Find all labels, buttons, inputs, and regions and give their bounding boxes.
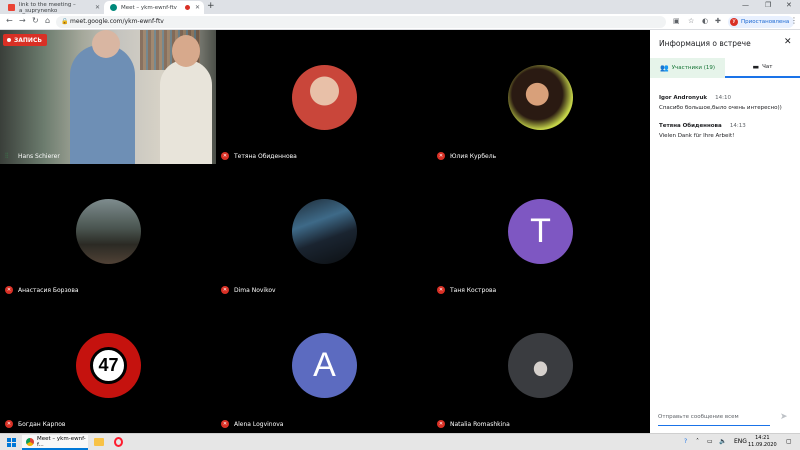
close-icon[interactable]: ✕: [195, 4, 200, 11]
tab-participants[interactable]: 👥 Участники (19): [650, 58, 725, 78]
participant-tile[interactable]: ЗАПИСЬ ⫶⫶ Hans Schierer: [0, 30, 216, 164]
participant-name: Анастасия Борзова: [18, 287, 79, 294]
participant-tile[interactable]: T ✕ Таня Кострова: [432, 164, 648, 298]
file-explorer-icon[interactable]: [94, 438, 104, 446]
system-clock[interactable]: 14:21 11.09.2020: [748, 435, 777, 449]
windows-start-icon[interactable]: [7, 438, 16, 447]
mic-off-icon: ✕: [5, 420, 13, 428]
chat-message: Igor Andronyuk 14:10 Спасибо большое,был…: [659, 84, 794, 111]
mic-off-icon: ✕: [437, 420, 445, 428]
browser-toolbar: ← → ↻ ⌂ 🔒 meet.google.com/ykm-ewnf-ftv ▣…: [0, 14, 800, 30]
chat-icon: ▬: [752, 63, 760, 71]
meet-icon: [110, 4, 117, 11]
mic-off-icon: ✕: [437, 286, 445, 294]
participant-tile[interactable]: ✕ Анастасия Борзова: [0, 164, 216, 298]
message-time: 14:10: [715, 95, 732, 101]
back-icon[interactable]: ←: [6, 16, 13, 25]
participant-tile[interactable]: 47 ✕ Богдан Карпов: [0, 298, 216, 432]
avatar: У: [730, 18, 738, 26]
number-badge: 47: [90, 347, 127, 384]
mic-off-icon: ✕: [437, 152, 445, 160]
participant-avatar: T: [508, 199, 573, 264]
panel-title: Информация о встрече: [659, 39, 751, 48]
participant-avatar: A: [292, 333, 357, 398]
language-indicator[interactable]: ENG: [734, 438, 747, 445]
profile-button[interactable]: У Приостановлена: [728, 16, 795, 28]
browser-tab-strip: link to the meeting – a_suprynenko ✕ Mee…: [0, 0, 800, 14]
participant-name: Hans Schierer: [18, 153, 60, 160]
forward-icon[interactable]: →: [19, 16, 26, 25]
chat-input[interactable]: Отправьте сообщение всем: [658, 414, 770, 426]
record-icon: [7, 38, 11, 42]
participant-avatar: [292, 65, 357, 130]
participant-name: Богдан Карпов: [18, 421, 66, 428]
message-text: Vielen Dank für Ihre Arbeit!: [659, 133, 735, 139]
participant-tile[interactable]: ✕ Юлия Курбель: [432, 30, 648, 164]
participant-name: Таня Кострова: [450, 287, 497, 294]
participant-tile[interactable]: ✕ Dima Novikov: [216, 164, 432, 298]
home-icon[interactable]: ⌂: [45, 16, 50, 25]
address-bar[interactable]: 🔒 meet.google.com/ykm-ewnf-ftv: [56, 16, 666, 28]
gmail-icon: [8, 4, 15, 11]
people-icon: 👥: [659, 64, 669, 72]
participant-name: Тетяна Обиденнова: [234, 153, 297, 160]
send-icon[interactable]: ➤: [780, 412, 788, 422]
participant-tile[interactable]: A ✕ Alena Logvinova: [216, 298, 432, 432]
tab-link-to-meeting[interactable]: link to the meeting – a_suprynenko ✕: [2, 1, 104, 14]
meeting-info-panel: Информация о встрече ✕ 👥 Участники (19) …: [650, 30, 800, 433]
mic-off-icon: ✕: [221, 420, 229, 428]
mic-active-icon: ⫶⫶: [5, 152, 9, 160]
close-window-icon[interactable]: ✕: [786, 1, 792, 9]
chevron-up-icon[interactable]: ˄: [696, 438, 699, 445]
windows-taskbar: Meet – ykm-ewnf-f... ? ˄ ▭ 🔈 ENG 14:21 1…: [0, 433, 800, 450]
participant-tile[interactable]: ✕ Natalia Romashkina: [432, 298, 648, 432]
participant-name: Alena Logvinova: [234, 421, 284, 428]
lock-icon: 🔒: [61, 18, 69, 25]
taskbar-chrome-app[interactable]: Meet – ykm-ewnf-f...: [22, 435, 88, 450]
message-author: Тетяна Обиденнова: [659, 123, 722, 129]
extension-icon[interactable]: ◐: [702, 17, 708, 25]
tab-chat[interactable]: ▬ Чат: [725, 58, 800, 78]
new-tab-button[interactable]: +: [207, 1, 215, 11]
chrome-icon: [26, 437, 34, 446]
participant-name: Юлия Курбель: [450, 153, 497, 160]
participant-avatar: 47: [76, 333, 141, 398]
participant-name: Dima Novikov: [234, 287, 276, 294]
chat-message: Тетяна Обиденнова 14:13 Vielen Dank für …: [659, 112, 794, 139]
participant-tile[interactable]: ✕ Тетяна Обиденнова: [216, 30, 432, 164]
message-text: Спасибо большое,было очень интересно)): [659, 105, 782, 111]
notifications-icon[interactable]: ▢: [786, 438, 792, 445]
panel-tabs: 👥 Участники (19) ▬ Чат: [650, 58, 800, 78]
message-time: 14:13: [729, 123, 746, 129]
puzzle-icon[interactable]: ✚: [715, 17, 721, 25]
participant-name: Natalia Romashkina: [450, 421, 510, 428]
camera-icon[interactable]: ▣: [673, 17, 680, 25]
minimize-icon[interactable]: —: [742, 1, 749, 9]
participant-avatar: [292, 199, 357, 264]
help-icon[interactable]: ?: [684, 438, 687, 445]
meeting-grid: ЗАПИСЬ ⫶⫶ Hans Schierer ✕ Тетяна Обиденн…: [0, 30, 650, 433]
participant-avatar: [508, 333, 573, 398]
mic-off-icon: ✕: [221, 152, 229, 160]
tab-meet[interactable]: Meet – ykm-ewnf-ftv ✕: [104, 1, 204, 14]
participant-avatar: [508, 65, 573, 130]
mic-off-icon: ✕: [221, 286, 229, 294]
participant-avatar: [76, 199, 141, 264]
menu-icon[interactable]: ⋮: [790, 16, 798, 25]
volume-icon[interactable]: 🔈: [719, 438, 726, 445]
reload-icon[interactable]: ↻: [32, 16, 39, 25]
recording-badge: ЗАПИСЬ: [3, 34, 47, 46]
network-icon[interactable]: ▭: [707, 438, 713, 445]
recording-icon: [185, 5, 190, 10]
mic-off-icon: ✕: [5, 286, 13, 294]
message-author: Igor Andronyuk: [659, 95, 708, 101]
maximize-icon[interactable]: ❐: [765, 1, 771, 9]
close-icon[interactable]: ✕: [95, 4, 100, 11]
opera-icon[interactable]: [114, 437, 123, 447]
participant-video: [0, 30, 216, 164]
close-icon[interactable]: ✕: [784, 37, 792, 47]
star-icon[interactable]: ☆: [688, 17, 694, 25]
